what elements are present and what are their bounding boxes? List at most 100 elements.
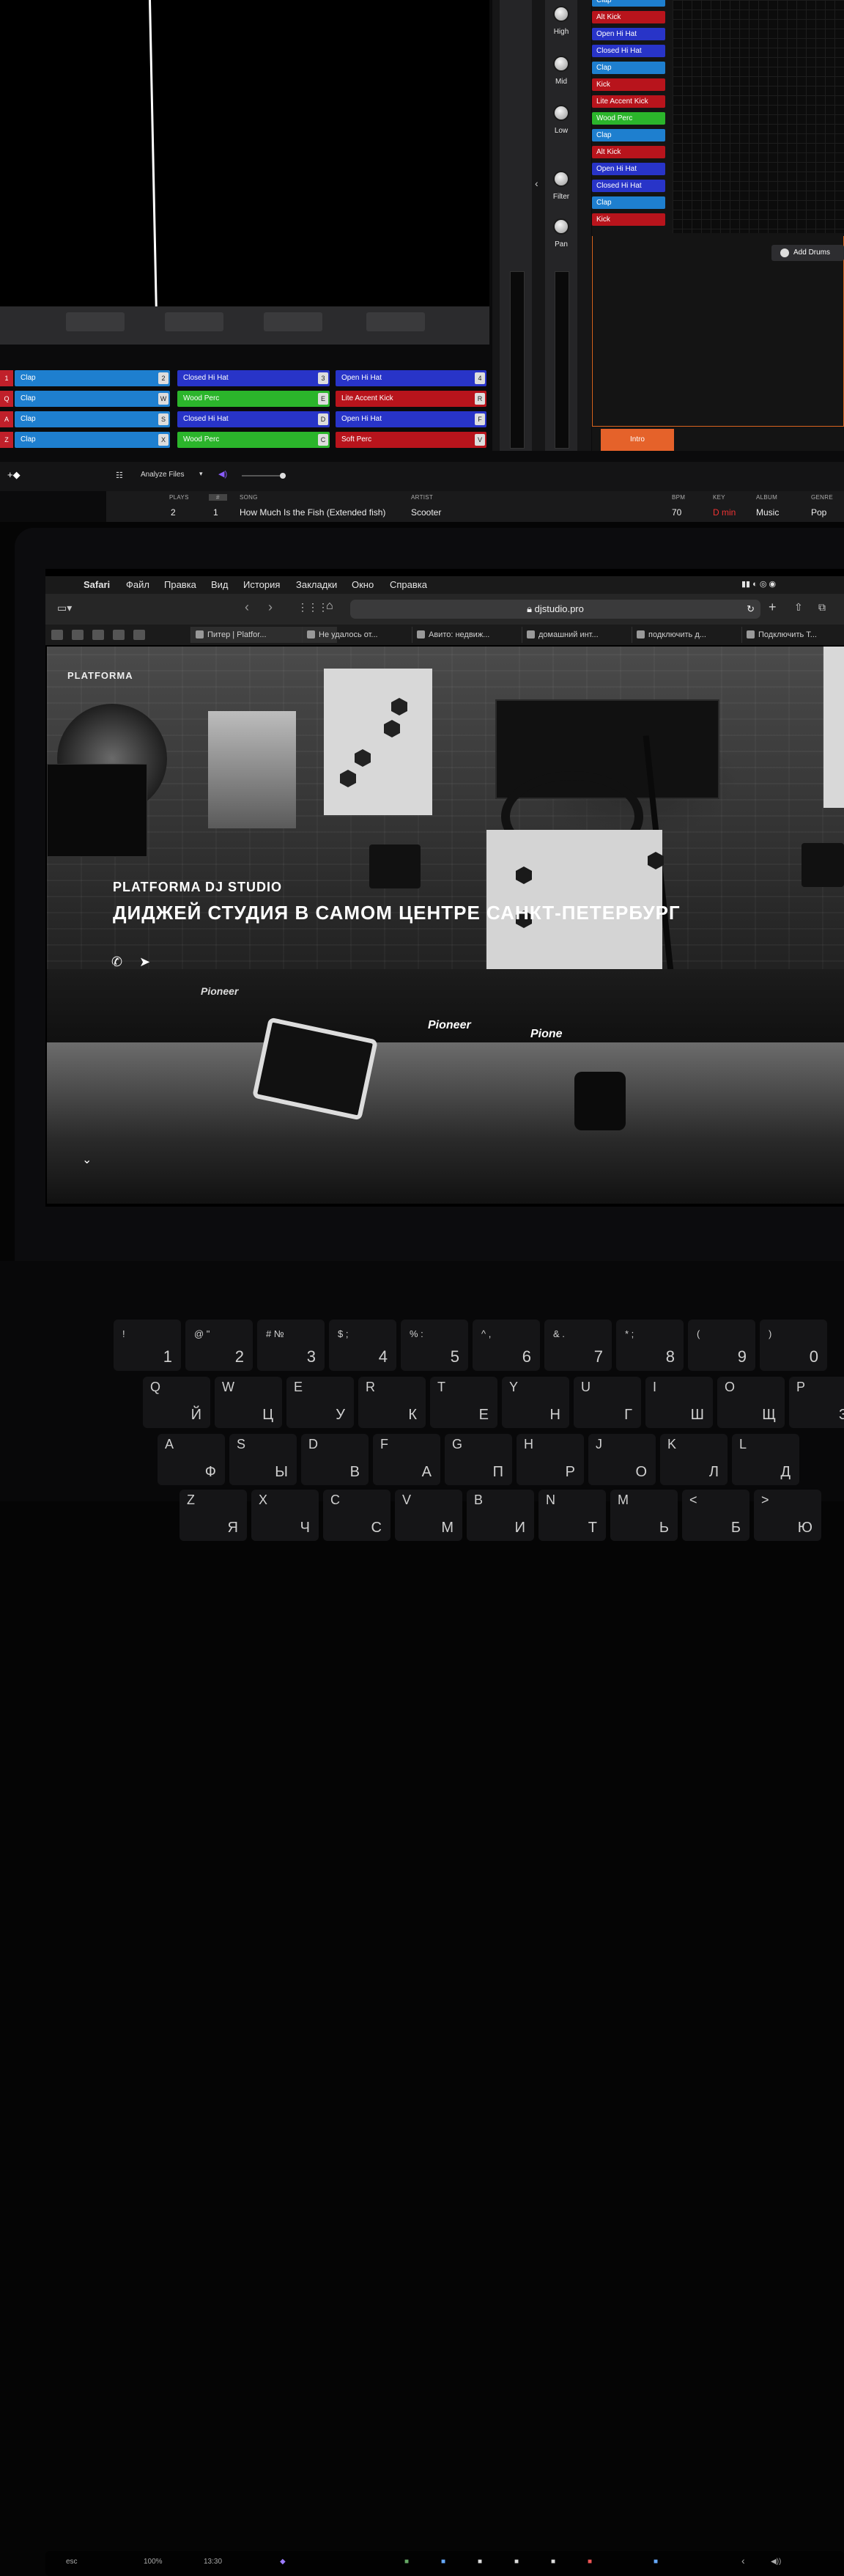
cue-button[interactable]: [66, 312, 125, 331]
keyboard-key[interactable]: QЙ: [143, 1377, 210, 1428]
reload-icon[interactable]: ↻: [747, 600, 755, 619]
tb-app-icon[interactable]: ■: [654, 2558, 658, 2566]
intro-button[interactable]: Intro: [601, 429, 674, 451]
sidebar-toggle-icon[interactable]: ▭▾: [57, 602, 72, 614]
sampler-pad[interactable]: Clap X: [15, 432, 170, 448]
pinned-tab-1[interactable]: [51, 630, 63, 640]
filter-knob[interactable]: [555, 172, 568, 185]
status-icons[interactable]: ▮▮ ◐ ◎ ◉: [741, 579, 776, 589]
col-plays[interactable]: PLAYS: [169, 494, 189, 501]
sample-slot[interactable]: Alt Kick: [592, 11, 665, 23]
keyboard-key[interactable]: WЦ: [215, 1377, 282, 1428]
tb-collapse-icon[interactable]: ‹: [741, 2555, 745, 2566]
pan-knob[interactable]: [555, 220, 568, 233]
keyboard-key[interactable]: UГ: [574, 1377, 641, 1428]
keyboard-key[interactable]: XЧ: [251, 1490, 319, 1541]
sample-slot[interactable]: Clap: [592, 196, 665, 209]
sample-slot[interactable]: Open Hi Hat: [592, 163, 665, 175]
sample-slot[interactable]: Kick: [592, 78, 665, 91]
menu-safari[interactable]: Safari: [84, 579, 110, 590]
col-artist[interactable]: ARTIST: [411, 494, 433, 501]
col-bpm[interactable]: BPM: [672, 494, 685, 501]
menu-help[interactable]: Справка: [390, 579, 427, 590]
keyboard-key[interactable]: SЫ: [229, 1434, 297, 1485]
col-key[interactable]: KEY: [713, 494, 725, 501]
tb-app-icon[interactable]: ■: [514, 2558, 519, 2566]
deck-waveform[interactable]: [0, 0, 489, 306]
pinned-tab-skype[interactable]: [133, 630, 145, 640]
keyboard-key[interactable]: HР: [517, 1434, 584, 1485]
menu-window[interactable]: Окно: [352, 579, 374, 590]
keyboard-key[interactable]: YН: [502, 1377, 569, 1428]
tab-error[interactable]: Не удалось от...: [302, 627, 412, 643]
sample-slot[interactable]: Clap: [592, 129, 665, 141]
keyboard-key[interactable]: (9: [688, 1320, 755, 1371]
tab-overview-icon[interactable]: ⧉: [818, 601, 826, 614]
loop-button[interactable]: [366, 312, 425, 331]
keyboard-key[interactable]: & . 7: [544, 1320, 612, 1371]
grid-icon[interactable]: ⋮⋮⋮: [297, 601, 328, 614]
keyboard-key[interactable]: VМ: [395, 1490, 462, 1541]
eq-high-knob[interactable]: [555, 7, 568, 21]
new-tab-icon[interactable]: +: [769, 600, 777, 615]
list-view-icon[interactable]: ☷: [116, 471, 123, 480]
keyboard-key[interactable]: PЗ: [789, 1377, 844, 1428]
forward-icon[interactable]: ›: [268, 600, 273, 615]
tab-connect-1[interactable]: подключить д...: [632, 627, 741, 643]
collapse-chevron-icon[interactable]: ‹: [535, 177, 538, 189]
keyboard-key[interactable]: @ " 2: [185, 1320, 253, 1371]
back-icon[interactable]: ‹: [245, 600, 249, 615]
sampler-pad[interactable]: Lite Accent Kick R: [336, 391, 486, 407]
tab-avito[interactable]: Авито: недвиж...: [412, 627, 522, 643]
pinned-tab-4[interactable]: [113, 630, 125, 640]
keyboard-key[interactable]: AФ: [158, 1434, 225, 1485]
site-logo[interactable]: PLATFORMA: [67, 670, 133, 681]
col-genre[interactable]: GENRE: [811, 494, 833, 501]
tb-esc[interactable]: esc: [66, 2558, 78, 2566]
keyboard-key[interactable]: BИ: [467, 1490, 534, 1541]
keyboard-key[interactable]: ) 0: [760, 1320, 827, 1371]
keyboard-key[interactable]: JО: [588, 1434, 656, 1485]
col-song[interactable]: SONG: [240, 494, 258, 501]
keyboard-key[interactable]: > Ю: [754, 1490, 821, 1541]
home-icon[interactable]: ⌂: [326, 600, 333, 613]
preview-volume-slider[interactable]: [242, 473, 286, 479]
keyboard-key[interactable]: * ; 8: [616, 1320, 684, 1371]
tb-app-icon[interactable]: ■: [551, 2558, 555, 2566]
whatsapp-icon[interactable]: ✆: [111, 954, 122, 970]
sampler-pad[interactable]: Closed Hi Hat D: [177, 411, 330, 427]
sampler-pad[interactable]: Wood Perc E: [177, 391, 330, 407]
sample-slot[interactable]: Clap: [592, 62, 665, 74]
tb-app-icon[interactable]: ■: [404, 2558, 409, 2566]
chevron-down-icon[interactable]: ▾: [199, 470, 203, 478]
channel-fader-right[interactable]: [555, 271, 569, 449]
tb-app-icon[interactable]: ■: [478, 2558, 482, 2566]
sample-slot[interactable]: Alt Kick: [592, 146, 665, 158]
keyboard-key[interactable]: FА: [373, 1434, 440, 1485]
tab-home-internet[interactable]: домашний инт...: [522, 627, 632, 643]
keyboard-key[interactable]: < Б: [682, 1490, 749, 1541]
menu-history[interactable]: История: [243, 579, 280, 590]
sampler-pad[interactable]: Open Hi Hat F: [336, 411, 486, 427]
sync-button[interactable]: [264, 312, 322, 331]
menu-view[interactable]: Вид: [211, 579, 229, 590]
tb-app-icon[interactable]: ■: [441, 2558, 445, 2566]
pinned-tab-2[interactable]: [72, 630, 84, 640]
sample-slot[interactable]: Closed Hi Hat: [592, 45, 665, 57]
keyboard-key[interactable]: LД: [732, 1434, 799, 1485]
sampler-pad[interactable]: Closed Hi Hat 3: [177, 370, 330, 386]
track-song[interactable]: How Much Is the Fish (Extended fish): [240, 507, 385, 518]
telegram-icon[interactable]: ➤: [139, 954, 150, 970]
tb-siri-icon[interactable]: ◆: [280, 2558, 286, 2566]
drum-step-grid[interactable]: [673, 0, 844, 233]
sample-slot[interactable]: Closed Hi Hat: [592, 180, 665, 192]
sampler-pad[interactable]: Clap S: [15, 411, 170, 427]
sampler-pad[interactable]: Clap 2: [15, 370, 170, 386]
menu-bookmarks[interactable]: Закладки: [296, 579, 337, 590]
sample-slot[interactable]: Kick: [592, 213, 665, 226]
keyboard-key[interactable]: ! 1: [114, 1320, 181, 1371]
menu-edit[interactable]: Правка: [164, 579, 196, 590]
keyboard-key[interactable]: MЬ: [610, 1490, 678, 1541]
keyboard-key[interactable]: ZЯ: [179, 1490, 247, 1541]
sampler-pad[interactable]: Wood Perc C: [177, 432, 330, 448]
